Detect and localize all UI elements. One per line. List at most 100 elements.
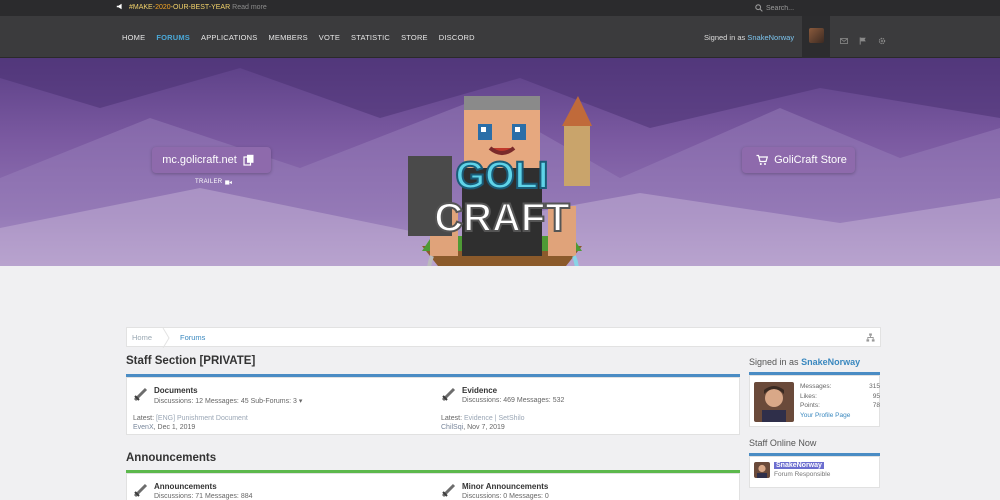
shopping-cart-icon	[756, 154, 769, 165]
latest-date: Nov 7, 2019	[467, 424, 505, 431]
forum-announcements[interactable]: Announcements Discussions: 71 Messages: …	[133, 482, 433, 500]
stat-likes: Likes: 95	[800, 392, 880, 402]
messages-count: 532	[552, 397, 565, 404]
section-title-announcements[interactable]: Announcements	[126, 452, 216, 464]
profile-avatar[interactable]	[754, 382, 794, 422]
stat-label: Likes:	[800, 392, 817, 400]
breadcrumb-forums[interactable]: Forums	[180, 333, 205, 342]
breadcrumb-separator	[162, 328, 170, 348]
gear-icon[interactable]	[878, 32, 886, 45]
nav-bar: HOME FORUMS APPLICATIONS MEMBERS VOTE ST…	[0, 16, 1000, 58]
forum-title[interactable]: Announcements	[154, 482, 217, 491]
messages-label: Messages:	[509, 493, 543, 500]
discussions-label: Discussions:	[154, 493, 194, 500]
section-title-staff[interactable]: Staff Section [PRIVATE]	[126, 355, 255, 367]
announcements-forum-card: Announcements Discussions: 71 Messages: …	[126, 473, 740, 500]
main-nav: HOME FORUMS APPLICATIONS MEMBERS VOTE ST…	[122, 33, 486, 42]
messages-count: 884	[240, 493, 253, 500]
subforums-count[interactable]: 3	[293, 398, 297, 405]
staff-online-title: Staff Online Now	[749, 438, 817, 448]
staff-forum-card: Documents Discussions: 12 Messages: 45 S…	[126, 377, 740, 435]
nav-icon-group	[840, 32, 897, 45]
latest-user-link[interactable]: ChilSqi	[441, 424, 463, 431]
chevron-down-icon[interactable]: ▾	[299, 398, 303, 405]
hero-banner: mc.golicraft.net TRAILER GoliCraft Store	[0, 58, 1000, 266]
inbox-icon[interactable]	[840, 32, 848, 44]
nav-members[interactable]: MEMBERS	[268, 33, 307, 42]
signed-in-label: Signed in as	[704, 33, 746, 42]
latest-date: Dec 1, 2019	[157, 424, 196, 431]
profile-card: Messages: 315 Likes: 95 Points: 78 Your Pro…	[749, 375, 880, 427]
nav-forums[interactable]: FORUMS	[156, 33, 190, 42]
breadcrumb-home[interactable]: Home	[132, 333, 152, 342]
forum-stats: Discussions: 0 Messages: 0	[462, 493, 549, 500]
announcement[interactable]: #MAKE-2020-OUR-BEST-YEAR Read more	[116, 3, 267, 11]
forum-stats: Discussions: 12 Messages: 45 Sub-Forums:…	[154, 397, 302, 405]
nav-home[interactable]: HOME	[122, 33, 145, 42]
sword-icon	[441, 483, 456, 498]
forum-stats: Discussions: 71 Messages: 884	[154, 493, 253, 500]
latest-thread-link[interactable]: [ENG] Punishment Document	[156, 415, 248, 422]
sword-icon	[133, 387, 148, 402]
sidebar-signed-in-title: Signed in as SnakeNorway	[749, 357, 860, 367]
sidebar-signed-in-label: Signed in as	[749, 357, 799, 367]
forum-title[interactable]: Minor Announcements	[462, 482, 548, 491]
messages-label: Messages:	[516, 397, 551, 404]
nav-applications[interactable]: APPLICATIONS	[201, 33, 257, 42]
discussions-count: 0	[503, 493, 508, 500]
logo-text-craft: CRAFT	[434, 196, 570, 240]
discussions-count: 71	[195, 493, 204, 500]
account-menu[interactable]	[802, 16, 830, 58]
breadcrumb: Home Forums	[126, 327, 881, 348]
logo-text-goli: GOLI	[456, 155, 549, 197]
forum-minor-announcements[interactable]: Minor Announcements Discussions: 0 Messa…	[441, 482, 731, 500]
latest-post: Latest: Evidence | SetShilo ChilSqi, Nov…	[441, 415, 525, 431]
store-button[interactable]: GoliCraft Store	[742, 147, 855, 173]
latest-user-link[interactable]: EvenX	[133, 424, 154, 431]
search-input[interactable]	[766, 2, 884, 14]
avatar	[809, 28, 824, 43]
search-box[interactable]	[752, 2, 884, 14]
flag-icon[interactable]	[859, 32, 867, 45]
messages-label: Messages:	[205, 398, 239, 405]
megaphone-icon	[116, 3, 122, 10]
nav-store[interactable]: STORE	[401, 33, 428, 42]
sidebar-username[interactable]: SnakeNorway	[801, 357, 860, 367]
trailer-label: TRAILER	[195, 179, 223, 185]
staff-avatar[interactable]	[754, 462, 770, 478]
store-label: GoliCraft Store	[774, 154, 847, 166]
profile-page-link[interactable]: Your Profile Page	[800, 412, 850, 419]
forum-title[interactable]: Evidence	[462, 386, 497, 395]
nav-statistic[interactable]: STATISTIC	[351, 33, 390, 42]
stat-messages: Messages: 315	[800, 382, 880, 392]
stat-label: Points:	[800, 402, 820, 409]
forum-documents[interactable]: Documents Discussions: 12 Messages: 45 S…	[133, 386, 433, 434]
staff-username[interactable]: SnakeNorway	[774, 462, 824, 469]
stat-value: 95	[872, 392, 880, 400]
signed-in-username[interactable]: SnakeNorway	[747, 33, 794, 42]
nav-vote[interactable]: VOTE	[319, 33, 340, 42]
stat-label: Messages:	[800, 383, 832, 390]
sword-icon	[133, 483, 148, 498]
trailer-link[interactable]: TRAILER	[195, 179, 233, 185]
latest-post: Latest: [ENG] Punishment Document EvenX,…	[133, 415, 248, 431]
subforums-label[interactable]: Sub-Forums:	[251, 398, 291, 405]
stat-points: Points: 78	[800, 401, 880, 411]
forum-evidence[interactable]: Evidence Discussions: 469 Messages: 532 …	[441, 386, 731, 434]
sitemap-icon[interactable]	[866, 333, 875, 342]
latest-thread-link[interactable]: Evidence | SetShilo	[464, 415, 525, 422]
latest-label: Latest:	[133, 415, 155, 422]
signed-in-status: Signed in as SnakeNorway	[704, 33, 794, 42]
nav-discord[interactable]: DISCORD	[439, 33, 475, 42]
discussions-count: 12	[195, 398, 204, 405]
server-ip-button[interactable]: mc.golicraft.net	[152, 147, 271, 173]
stat-value: 78	[872, 402, 880, 409]
discussions-label: Discussions:	[154, 398, 194, 405]
messages-label: Messages:	[205, 493, 239, 500]
forum-stats: Discussions: 469 Messages: 532	[462, 397, 564, 404]
forum-title[interactable]: Documents	[154, 386, 198, 395]
top-bar: #MAKE-2020-OUR-BEST-YEAR Read more	[0, 0, 1000, 16]
messages-count: 0	[544, 493, 549, 500]
announcement-read-more[interactable]: Read more	[232, 4, 267, 11]
discussions-count: 469	[503, 397, 515, 404]
